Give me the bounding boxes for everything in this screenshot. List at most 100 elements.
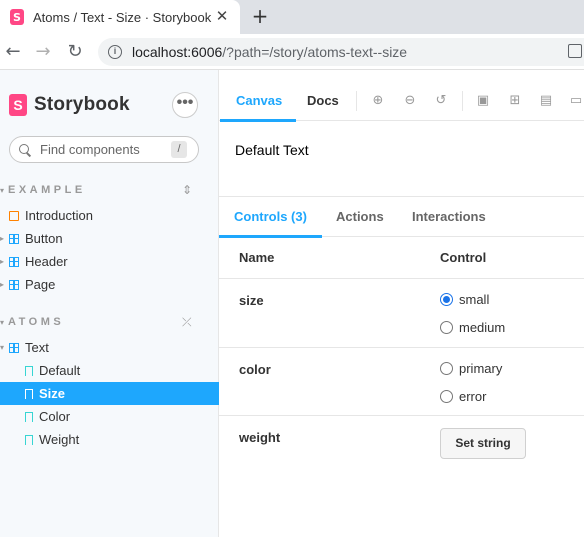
background-icon[interactable]: ▣ xyxy=(476,94,490,108)
tab-docs[interactable]: Docs xyxy=(305,82,341,121)
sidebar-item-page[interactable]: ▸ Page xyxy=(0,273,219,296)
radio-label: error xyxy=(459,389,487,404)
tab-actions[interactable]: Actions xyxy=(336,197,384,237)
tab-canvas[interactable]: Canvas xyxy=(219,82,297,122)
component-icon xyxy=(9,233,19,244)
component-icon xyxy=(9,279,19,290)
addon-panel-tabs: Controls (3) Actions Interactions xyxy=(219,196,584,238)
sidebar-item-label: Page xyxy=(25,277,56,292)
search-icon xyxy=(18,143,32,157)
tab-interactions[interactable]: Interactions xyxy=(412,197,486,237)
brand-name: Storybook xyxy=(34,94,130,115)
component-icon xyxy=(9,256,19,267)
open-external-icon[interactable] xyxy=(568,44,582,58)
grid-icon[interactable]: ⊞ xyxy=(508,94,522,108)
main-area: Canvas Docs ⊕ ⊖ ↺ ▣ ⊞ ▤ ▭ Default Text C… xyxy=(219,70,584,537)
radio-primary[interactable]: primary xyxy=(440,361,502,376)
section-label: ATOMS xyxy=(8,316,65,328)
sidebar-item-label: Introduction xyxy=(25,208,93,223)
control-name: color xyxy=(239,362,271,377)
forward-icon[interactable]: → xyxy=(33,42,53,62)
sidebar-item-weight[interactable]: Weight xyxy=(0,428,219,451)
radio-button[interactable] xyxy=(440,362,453,375)
caret-down-icon: ▾ xyxy=(0,343,5,352)
caret-down-icon: ▾ xyxy=(0,185,5,195)
radio-label: small xyxy=(459,292,490,307)
radio-button[interactable] xyxy=(440,390,453,403)
brand[interactable]: S Storybook xyxy=(9,94,130,116)
caret-down-icon: ▾ xyxy=(0,317,5,327)
sidebar-item-size[interactable]: Size xyxy=(0,382,219,405)
storybook-logo-icon: S xyxy=(9,94,27,116)
browser-toolbar: ← → ↻ i localhost:6006/?path=/story/atom… xyxy=(0,34,584,70)
search-input[interactable]: Find components / xyxy=(9,136,199,163)
radio-small[interactable]: small xyxy=(440,292,489,307)
browser-tabbar: S Atoms / Text - Size · Storybook ✕ + xyxy=(0,0,584,34)
bookmark-icon xyxy=(25,388,33,399)
control-row-weight: weight Set string xyxy=(219,416,584,476)
sidebar-item-color[interactable]: Color xyxy=(0,405,219,428)
sidebar: S Storybook ••• Find components / ▾ EXAM… xyxy=(0,70,219,537)
sidebar-item-label: Color xyxy=(39,409,71,424)
sidebar-item-default[interactable]: Default xyxy=(0,359,219,382)
storybook-favicon-icon: S xyxy=(10,9,24,25)
radio-label: medium xyxy=(459,320,506,335)
zoom-out-icon[interactable]: ⊖ xyxy=(403,94,417,108)
section-atoms[interactable]: ▾ ATOMS ⤫ xyxy=(0,314,219,330)
search-placeholder: Find components xyxy=(40,142,140,157)
sidebar-item-label: Default xyxy=(39,363,81,378)
sidebar-item-label: Text xyxy=(25,340,49,355)
more-menu-button[interactable]: ••• xyxy=(172,92,198,118)
sidebar-item-label: Header xyxy=(25,254,68,269)
component-icon xyxy=(9,342,19,353)
bookmark-icon xyxy=(25,365,33,376)
control-row-size: size small medium xyxy=(219,279,584,348)
back-icon[interactable]: ← xyxy=(3,42,23,62)
radio-button[interactable] xyxy=(440,321,453,334)
browser-tab[interactable]: S Atoms / Text - Size · Storybook ✕ xyxy=(0,0,240,34)
controls-table-header: Name Control xyxy=(219,237,584,279)
expand-all-icon[interactable]: ⇕ xyxy=(182,183,192,197)
bookmark-icon xyxy=(25,434,33,445)
caret-right-icon: ▸ xyxy=(0,234,5,243)
zoom-reset-icon[interactable]: ↺ xyxy=(434,94,448,108)
address-bar[interactable]: i localhost:6006/?path=/story/atoms-text… xyxy=(98,38,584,66)
new-tab-icon[interactable]: + xyxy=(250,6,270,26)
radio-medium[interactable]: medium xyxy=(440,320,505,335)
caret-right-icon: ▸ xyxy=(0,257,5,266)
control-row-color: color primary error xyxy=(219,348,584,416)
control-name: size xyxy=(239,293,264,308)
sidebar-item-label: Weight xyxy=(39,432,80,447)
sidebar-item-text[interactable]: ▾ Text xyxy=(0,336,219,359)
url-text: localhost:6006/?path=/story/atoms-text--… xyxy=(132,44,408,60)
set-string-button[interactable]: Set string xyxy=(440,428,526,459)
sidebar-item-introduction[interactable]: Introduction xyxy=(0,204,219,227)
control-name: weight xyxy=(239,430,281,445)
zoom-in-icon[interactable]: ⊕ xyxy=(371,94,385,108)
radio-label: primary xyxy=(459,361,503,376)
reload-icon[interactable]: ↻ xyxy=(65,42,85,62)
search-shortcut-badge: / xyxy=(171,141,187,158)
viewport-icon[interactable]: ▤ xyxy=(539,94,553,108)
section-label: EXAMPLE xyxy=(8,184,86,196)
preview-toolbar: Canvas Docs ⊕ ⊖ ↺ ▣ ⊞ ▤ ▭ xyxy=(219,82,584,122)
site-info-icon[interactable]: i xyxy=(108,45,122,59)
column-header-control: Control xyxy=(440,250,487,265)
toolbar-divider xyxy=(356,91,357,111)
sidebar-item-label: Size xyxy=(39,386,66,401)
tab-controls[interactable]: Controls (3) xyxy=(219,197,322,238)
collapse-all-icon[interactable]: ⤫ xyxy=(182,315,192,330)
sidebar-item-label: Button xyxy=(25,231,63,246)
bookmark-icon xyxy=(25,411,33,422)
radio-button-checked[interactable] xyxy=(440,293,453,306)
sidebar-item-header[interactable]: ▸ Header xyxy=(0,250,219,273)
outline-icon[interactable]: ▭ xyxy=(569,94,583,108)
close-tab-icon[interactable]: ✕ xyxy=(214,9,230,25)
column-header-name: Name xyxy=(239,250,275,265)
caret-right-icon: ▸ xyxy=(0,280,5,289)
document-icon xyxy=(9,210,19,221)
sidebar-item-button[interactable]: ▸ Button xyxy=(0,227,219,250)
radio-error[interactable]: error xyxy=(440,389,486,404)
section-example[interactable]: ▾ EXAMPLE ⇕ xyxy=(0,182,219,198)
toolbar-divider xyxy=(462,91,463,111)
